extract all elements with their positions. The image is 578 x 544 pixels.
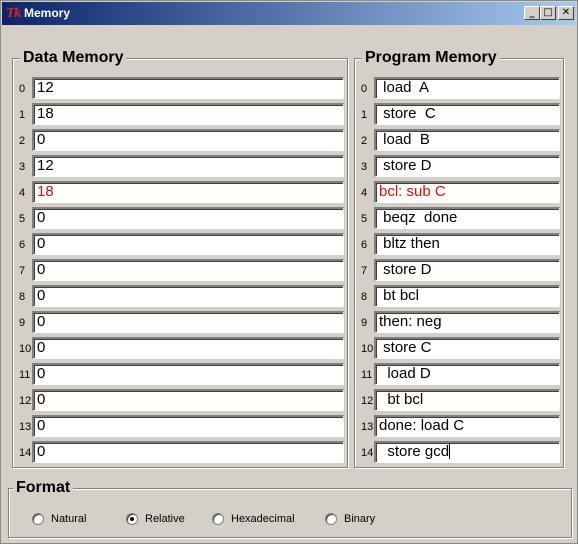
program-memory-cell-5[interactable]: beqz done <box>374 207 560 229</box>
program-memory-cell-2[interactable]: load B <box>374 129 560 151</box>
data-memory-cell-7[interactable]: 0 <box>32 259 344 281</box>
radio-button-icon[interactable] <box>126 513 138 525</box>
close-icon: ✕ <box>561 7 571 18</box>
program-memory-cell-value: store D <box>379 157 432 174</box>
window-title: Memory <box>24 6 71 20</box>
data-memory-cell-11[interactable]: 0 <box>32 363 344 385</box>
format-radio-binary[interactable]: Binary <box>325 511 375 527</box>
minimize-icon: _ <box>529 7 535 18</box>
data-memory-cell-2[interactable]: 0 <box>32 129 344 151</box>
data-memory-cell-value: 0 <box>37 443 46 460</box>
data-memory-cell-value: 12 <box>37 79 54 96</box>
data-memory-cell-6[interactable]: 0 <box>32 233 344 255</box>
format-radio-label: Binary <box>344 513 376 525</box>
data-memory-cell-0[interactable]: 12 <box>32 77 344 99</box>
maximize-button[interactable]: □ <box>540 6 556 20</box>
data-memory-cell-1[interactable]: 18 <box>32 103 344 125</box>
program-memory-cell-9[interactable]: then: neg <box>374 311 560 333</box>
radio-button-icon[interactable] <box>32 513 44 525</box>
program-memory-cell-4[interactable]: bcl: sub C <box>374 181 560 203</box>
program-memory-title: Program Memory <box>362 49 500 67</box>
program-memory-cell-value: load B <box>379 131 430 148</box>
program-memory-cell-0[interactable]: load A <box>374 77 560 99</box>
program-memory-cell-value: done: load C <box>379 417 465 434</box>
format-radio-label: Relative <box>145 513 185 525</box>
format-radio-hexadecimal[interactable]: Hexadecimal <box>212 511 295 527</box>
data-memory-cell-value: 12 <box>37 157 54 174</box>
format-radio-natural[interactable]: Natural <box>32 511 86 527</box>
program-memory-cell-11[interactable]: load D <box>374 363 560 385</box>
data-memory-cell-value: 0 <box>37 391 46 408</box>
data-memory-cell-3[interactable]: 12 <box>32 155 344 177</box>
program-memory-cell-14[interactable]: store gcd <box>374 441 560 463</box>
program-memory-cell-3[interactable]: store D <box>374 155 560 177</box>
program-memory-cell-7[interactable]: store D <box>374 259 560 281</box>
data-memory-cell-value: 0 <box>37 235 46 252</box>
format-title: Format <box>13 479 74 497</box>
data-memory-cell-4[interactable]: 18 <box>32 181 344 203</box>
data-memory-cell-8[interactable]: 0 <box>32 285 344 307</box>
close-button[interactable]: ✕ <box>558 6 574 20</box>
data-memory-cell-value: 18 <box>37 105 54 122</box>
data-memory-cell-13[interactable]: 0 <box>32 415 344 437</box>
program-memory-cell-value: then: neg <box>379 313 442 330</box>
radio-button-icon[interactable] <box>212 513 224 525</box>
data-memory-cell-value: 0 <box>37 261 46 278</box>
minimize-button[interactable]: _ <box>524 6 540 20</box>
data-memory-cell-value: 0 <box>37 313 46 330</box>
program-memory-cell-value: bt bcl <box>379 391 424 408</box>
program-memory-cell-8[interactable]: bt bcl <box>374 285 560 307</box>
tk-logo-icon: Tk <box>6 6 22 20</box>
data-memory-cell-value: 0 <box>37 287 46 304</box>
program-memory-cell-value: store D <box>379 261 432 278</box>
program-memory-cell-value: bcl: sub C <box>379 183 446 200</box>
data-memory-cell-12[interactable]: 0 <box>32 389 344 411</box>
data-memory-cell-value: 0 <box>37 131 46 148</box>
data-memory-cell-value: 0 <box>37 365 46 382</box>
format-radio-label: Hexadecimal <box>231 513 295 525</box>
data-memory-cell-value: 0 <box>37 417 46 434</box>
program-memory-cell-1[interactable]: store C <box>374 103 560 125</box>
program-memory-cell-6[interactable]: bltz then <box>374 233 560 255</box>
data-memory-cell-value: 0 <box>37 339 46 356</box>
radio-button-icon[interactable] <box>325 513 337 525</box>
data-memory-cell-14[interactable]: 0 <box>32 441 344 463</box>
program-memory-cell-value: load D <box>379 365 431 382</box>
data-memory-cell-10[interactable]: 0 <box>32 337 344 359</box>
maximize-icon: □ <box>543 7 553 18</box>
data-memory-cell-5[interactable]: 0 <box>32 207 344 229</box>
program-memory-cell-value: beqz done <box>379 209 458 226</box>
data-memory-cell-9[interactable]: 0 <box>32 311 344 333</box>
program-memory-cell-value: bt bcl <box>379 287 420 304</box>
program-memory-cell-value: bltz then <box>379 235 440 252</box>
data-memory-cell-value: 0 <box>37 209 46 226</box>
format-radio-label: Natural <box>51 513 87 525</box>
program-memory-cell-value: store C <box>379 105 436 122</box>
program-memory-cell-value: store gcd <box>379 443 450 460</box>
text-caret <box>449 443 451 459</box>
title-bar[interactable]: Tk Memory _ □ ✕ <box>2 2 576 25</box>
program-memory-cell-value: store C <box>379 339 432 356</box>
program-memory-cell-10[interactable]: store C <box>374 337 560 359</box>
program-memory-cell-13[interactable]: done: load C <box>374 415 560 437</box>
data-memory-cell-value: 18 <box>37 183 54 200</box>
format-radio-relative[interactable]: Relative <box>126 511 185 527</box>
program-memory-cell-value: load A <box>379 79 430 96</box>
program-memory-cell-12[interactable]: bt bcl <box>374 389 560 411</box>
data-memory-title: Data Memory <box>20 49 127 67</box>
